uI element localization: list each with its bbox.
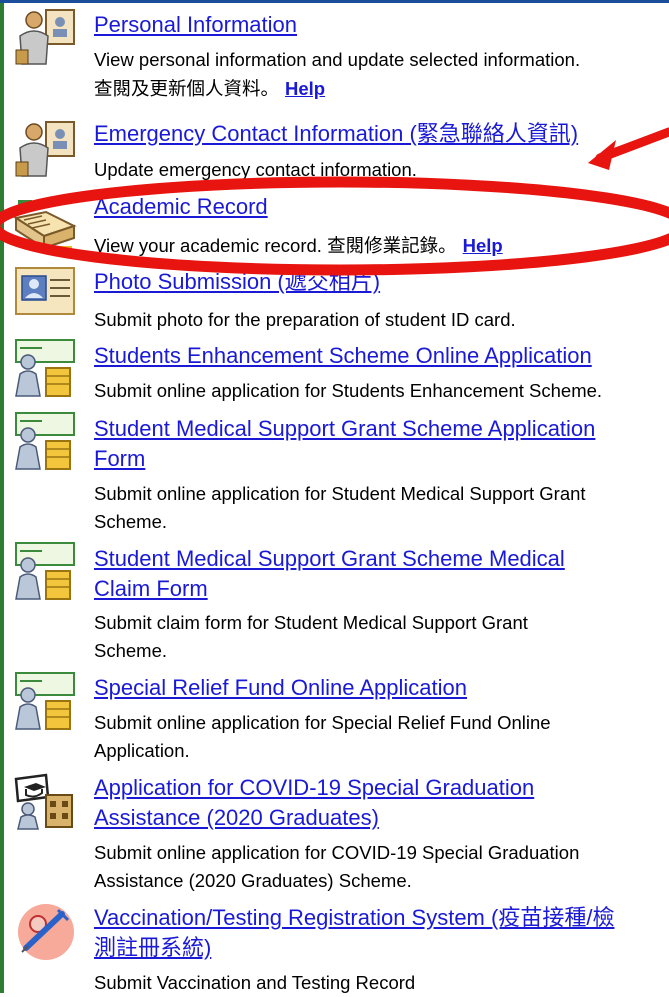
grant-people-icon <box>15 339 75 397</box>
arrow-annotation <box>595 127 669 163</box>
grant-people-icon <box>15 412 75 470</box>
medical-claim-desc: Submit claim form for Student Medical Su… <box>94 612 528 661</box>
open-book-icon <box>13 200 77 250</box>
medical-claim-link[interactable]: Student Medical Support Grant Scheme Med… <box>94 544 565 604</box>
photo-submission-desc: Submit photo for the preparation of stud… <box>94 309 516 330</box>
special-relief-fund-link[interactable]: Special Relief Fund Online Application <box>94 673 467 703</box>
personal-information-help-link[interactable]: Help <box>285 78 325 99</box>
academic-record-desc: View your academic record. 查閱修業記錄。 Help <box>94 235 503 256</box>
photo-card-icon <box>15 267 75 315</box>
graduation-building-icon <box>14 773 73 830</box>
personal-information-desc-line2: 查閱及更新個人資料。 Help <box>94 78 326 99</box>
grant-people-icon <box>15 542 75 600</box>
academic-record-link[interactable]: Academic Record <box>94 192 268 222</box>
top-frame-border <box>0 0 669 3</box>
students-enhancement-link[interactable]: Students Enhancement Scheme Online Appli… <box>94 341 592 371</box>
grant-people-icon <box>15 672 75 730</box>
students-enhancement-desc: Submit online application for Students E… <box>94 380 603 401</box>
covid-graduation-link[interactable]: Application for COVID-19 Special Graduat… <box>94 773 534 833</box>
emergency-contact-link[interactable]: Emergency Contact Information (緊急聯絡人資訊) <box>94 119 578 149</box>
special-relief-fund-desc: Submit online application for Special Re… <box>94 712 551 761</box>
covid-graduation-desc: Submit online application for COVID-19 S… <box>94 842 580 891</box>
photo-submission-link[interactable]: Photo Submission (遞交相片) <box>94 267 380 297</box>
medical-support-application-desc: Submit online application for Student Me… <box>94 483 586 532</box>
arrow-head-annotation <box>588 140 616 170</box>
medical-support-application-link[interactable]: Student Medical Support Grant Scheme App… <box>94 414 595 474</box>
academic-record-help-link[interactable]: Help <box>463 235 503 256</box>
left-frame-border <box>0 0 4 993</box>
emergency-contact-desc: Update emergency contact information. <box>94 159 417 180</box>
vaccination-registration-link[interactable]: Vaccination/Testing Registration System … <box>94 903 614 963</box>
vaccination-syringe-icon <box>18 904 74 960</box>
personal-information-desc: View personal information and update sel… <box>94 49 581 70</box>
personal-information-link[interactable]: Personal Information <box>94 10 297 40</box>
person-card-icon <box>15 9 75 65</box>
person-card-icon <box>15 121 75 177</box>
